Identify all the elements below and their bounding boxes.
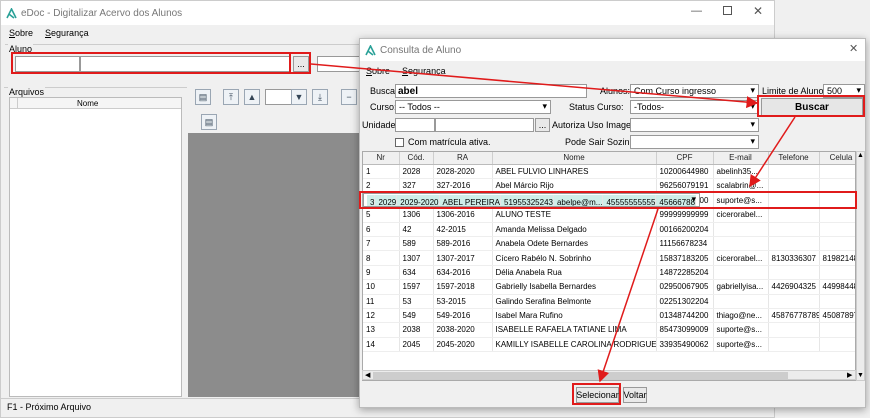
arrow-row-to-selecionar [597, 208, 659, 383]
annotation-arrows [310, 63, 796, 383]
arrow-lookup-to-buscar [310, 63, 759, 109]
arrow-buscar-to-row [749, 116, 796, 188]
